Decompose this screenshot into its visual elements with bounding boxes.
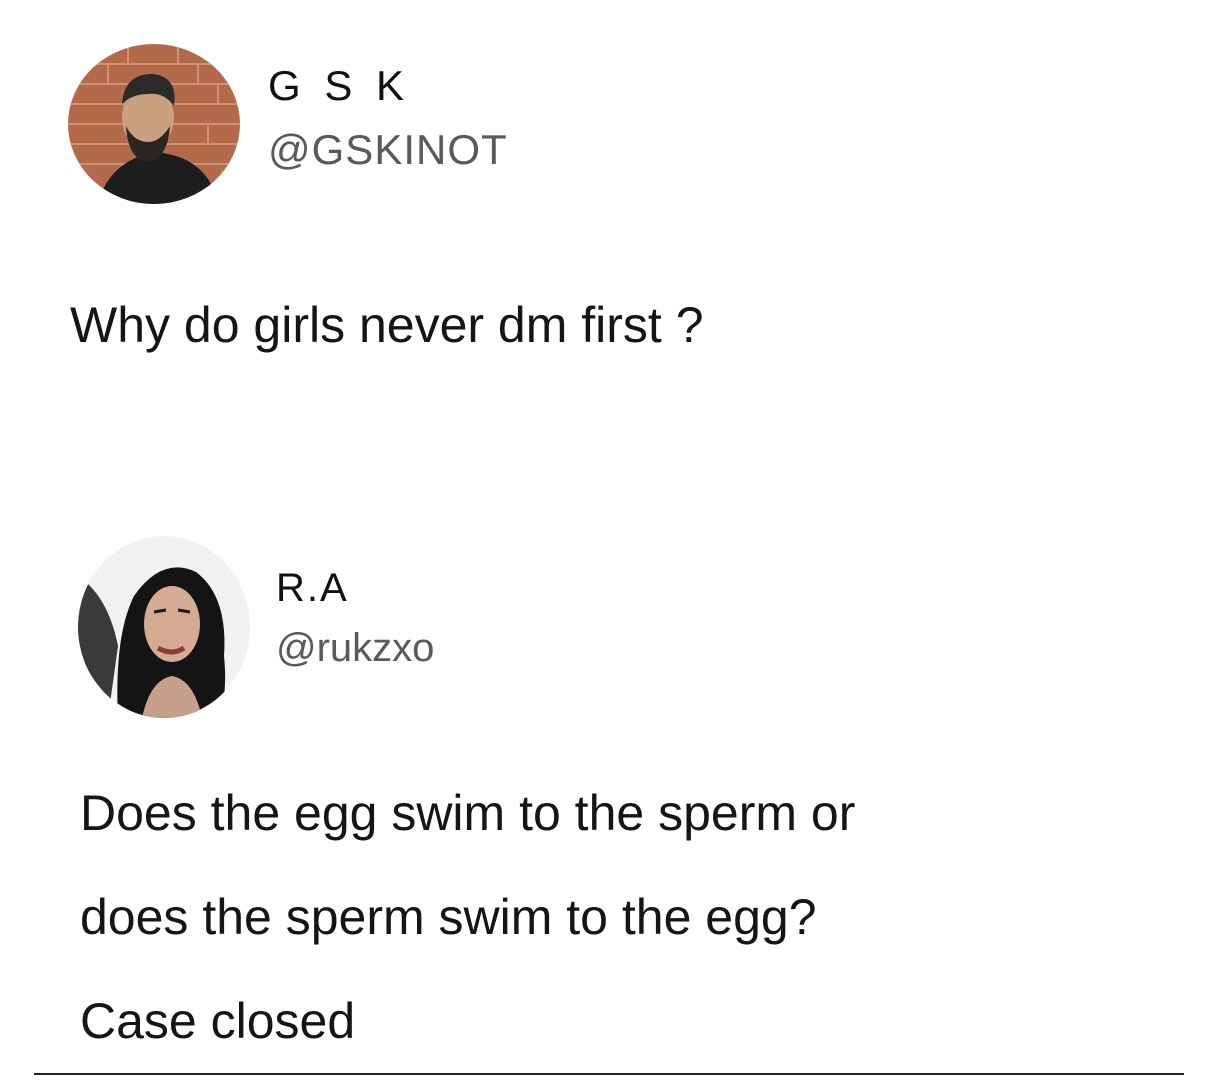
tweet-text: Why do girls never dm first ? [70, 297, 704, 353]
divider [34, 1073, 1184, 1075]
user-handle[interactable]: @rukzxo [276, 626, 434, 671]
user-handle[interactable]: @GSKINOT [268, 126, 508, 174]
display-name[interactable]: R.A [276, 566, 349, 611]
avatar-gsk[interactable] [68, 44, 240, 204]
tweet-text-line: Does the egg swim to the sperm or [80, 785, 856, 841]
profile-photo-icon [78, 536, 250, 718]
tweet-reply: R.A @rukzxo Does the egg swim to the spe… [0, 520, 1219, 1080]
avatar-ra[interactable] [78, 536, 250, 718]
tweet-text-line: does the sperm swim to the egg? [80, 889, 817, 945]
tweet-original: G S K @GSKINOT Why do girls never dm fir… [0, 0, 1219, 480]
display-name[interactable]: G S K [268, 62, 410, 110]
profile-photo-icon [68, 44, 240, 204]
tweet-text-line: Case closed [80, 993, 356, 1049]
